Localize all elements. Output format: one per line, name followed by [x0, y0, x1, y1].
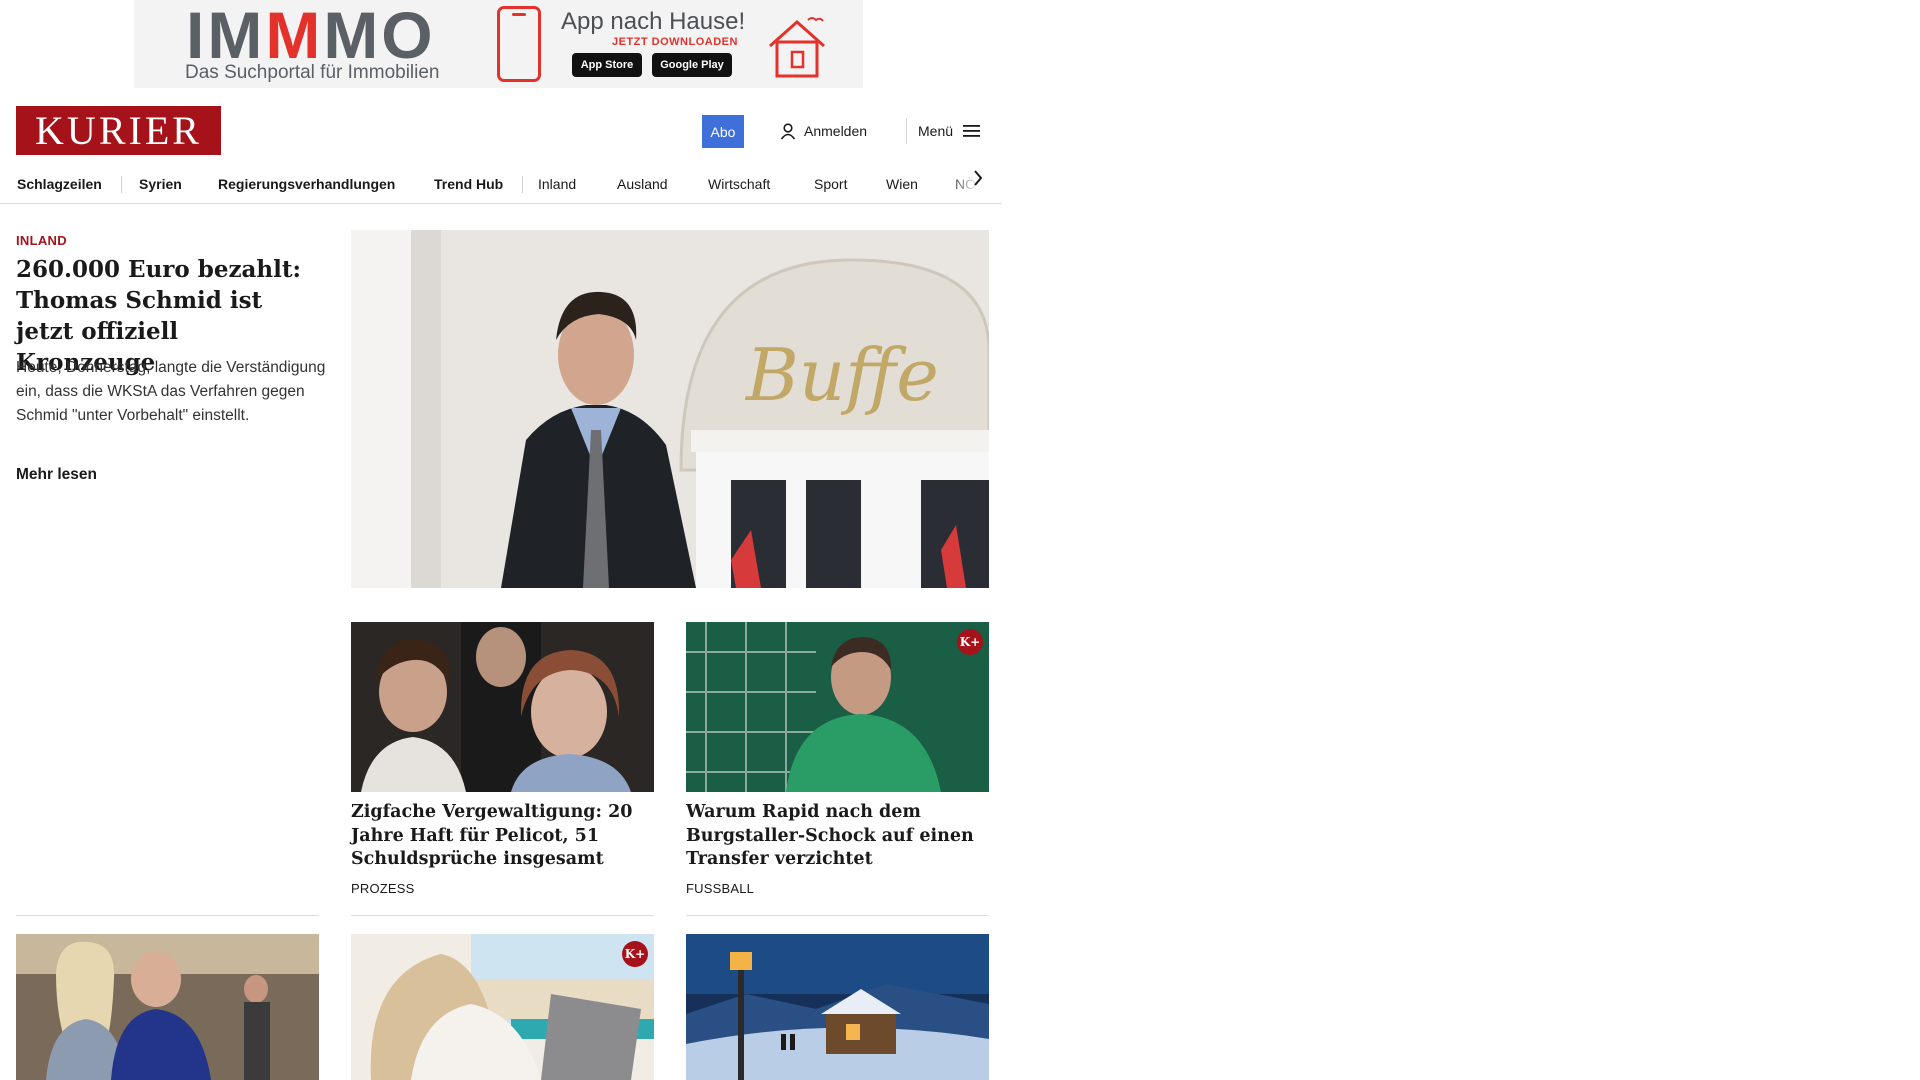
premium-badge: K+: [622, 941, 648, 967]
ad-title: App nach Hause!: [561, 8, 746, 35]
header-divider: [906, 118, 907, 144]
user-icon: [780, 122, 796, 139]
ad-logo: IMMMO: [186, 0, 436, 72]
card-photo: [351, 934, 654, 1080]
ad-cta: JETZT DOWNLOADEN: [612, 36, 738, 48]
card-image-lugner[interactable]: [16, 934, 319, 1080]
google-play-badge[interactable]: Google Play: [652, 53, 732, 77]
card-title-rapid[interactable]: Warum Rapid nach dem Burgstal­ler-Schock…: [686, 801, 990, 872]
divider: [351, 915, 654, 916]
abo-button[interactable]: Abo: [702, 115, 744, 148]
nav-item-trend-hub[interactable]: Trend Hub: [434, 164, 503, 203]
premium-badge: K+: [957, 629, 983, 655]
card-category-fussball[interactable]: FUSSBALL: [686, 881, 754, 896]
hamburger-icon: [963, 125, 981, 137]
house-icon: [769, 17, 825, 78]
menu-label: Menü: [918, 123, 954, 139]
divider: [16, 915, 319, 916]
nav-item-regierungsverhandlungen[interactable]: Regierungsverhandlungen: [218, 164, 395, 203]
card-image-winter[interactable]: [686, 934, 989, 1080]
hero-photo: Buffe: [351, 230, 989, 588]
app-store-badge[interactable]: App Store: [572, 53, 642, 77]
nav-item-wirtschaft[interactable]: Wirtschaft: [708, 164, 770, 203]
nav-item-ausland[interactable]: Ausland: [617, 164, 668, 203]
nav-item-schlagzeilen[interactable]: Schlagzeilen: [17, 164, 102, 203]
card-category-prozess[interactable]: PROZESS: [351, 881, 415, 896]
card-image-laptop[interactable]: [351, 934, 654, 1080]
hero-image[interactable]: Buffe: [351, 230, 989, 588]
nav-divider: [121, 176, 122, 193]
nav-item-inland[interactable]: Inland: [538, 164, 576, 203]
nav-scroll-right-button[interactable]: [968, 168, 988, 188]
card-title-pelicot[interactable]: Zigfache Vergewaltigung: 20 Jahre Haft f…: [351, 801, 655, 872]
nav-item-sport[interactable]: Sport: [814, 164, 847, 203]
menu-button[interactable]: Menü: [918, 119, 981, 143]
hero-teaser: Heute, Donnerstag, langte die Verständig…: [16, 359, 326, 424]
card-photo: [686, 622, 989, 792]
divider: [686, 915, 989, 916]
phone-icon: [497, 6, 541, 82]
read-more-link[interactable]: Mehr lesen: [16, 466, 97, 484]
hero-category[interactable]: INLAND: [16, 233, 67, 248]
svg-text:Buffe: Buffe: [744, 333, 939, 417]
card-photo: [686, 934, 989, 1080]
nav-item-wien[interactable]: Wien: [886, 164, 918, 203]
chevron-right-icon: [974, 170, 983, 186]
main-nav: Schlagzeilen Syrien Regierungsverhandlun…: [0, 164, 1002, 204]
card-photo: [351, 622, 654, 792]
ad-banner[interactable]: IMMMO Das Suchportal für Immobilien App …: [134, 0, 863, 88]
card-image-pelicot[interactable]: [351, 622, 654, 792]
nav-item-syrien[interactable]: Syrien: [139, 164, 182, 203]
nav-divider: [522, 176, 523, 193]
card-photo: [16, 934, 319, 1080]
card-image-rapid[interactable]: [686, 622, 989, 792]
ad-subtitle: Das Suchportal für Immobilien: [185, 62, 440, 83]
login-button[interactable]: Anmelden: [780, 119, 867, 143]
login-label: Anmelden: [804, 123, 868, 139]
kurier-logo[interactable]: KURIER: [16, 106, 221, 155]
